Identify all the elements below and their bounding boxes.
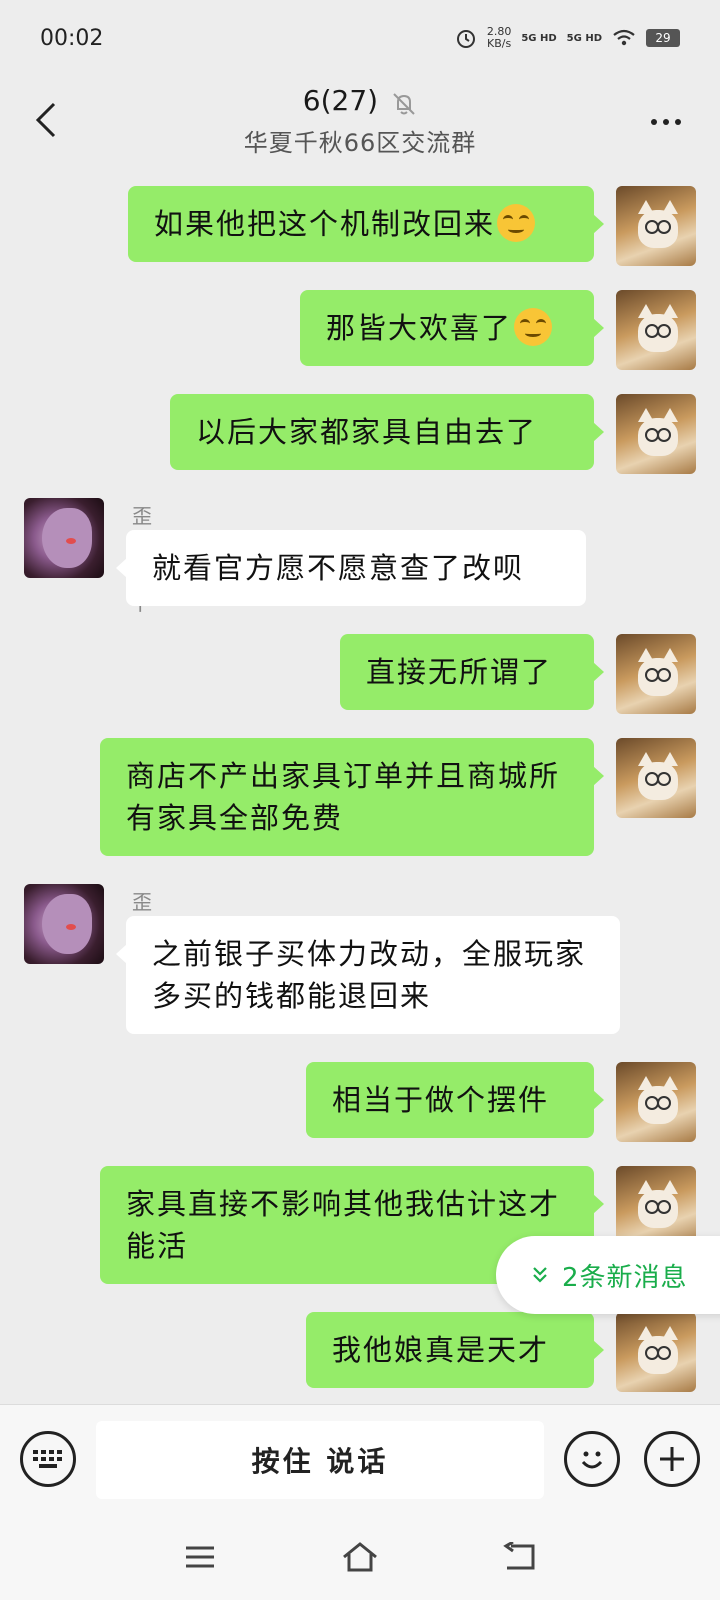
dot-icon bbox=[675, 119, 681, 125]
signal-5g-2: 5G HD bbox=[566, 32, 602, 44]
message-text: 那皆大欢喜了 bbox=[326, 311, 513, 345]
my-avatar[interactable] bbox=[616, 634, 696, 714]
title-block: 6(27) 华夏千秋66区交流群 bbox=[0, 84, 720, 158]
message-text: 如果他把这个机制改回来 bbox=[154, 207, 496, 241]
dot-icon bbox=[651, 119, 657, 125]
dot-icon bbox=[663, 119, 669, 125]
chat-subtitle: 华夏千秋66区交流群 bbox=[243, 128, 477, 157]
outgoing-bubble[interactable]: 我他娘真是天才 bbox=[306, 1312, 604, 1388]
message-text: 之前银子买体力改动，全服玩家多买的钱都能退回来 bbox=[152, 937, 587, 1013]
alarm-icon bbox=[456, 30, 475, 48]
double-chevron-down-icon bbox=[533, 1267, 547, 1283]
message-text: 商店不产出家具订单并且商城所有家具全部免费 bbox=[126, 759, 561, 835]
outgoing-bubble[interactable]: 那皆大欢喜了 bbox=[300, 290, 604, 366]
message-text: 直接无所谓了 bbox=[366, 655, 553, 689]
wifi-icon bbox=[613, 29, 635, 46]
message-text: 我他娘真是天才 bbox=[332, 1333, 550, 1367]
emoji-button[interactable] bbox=[564, 1431, 620, 1487]
incoming-bubble[interactable]: 之前银子买体力改动，全服玩家多买的钱都能退回来 bbox=[116, 916, 620, 1034]
my-avatar[interactable] bbox=[616, 186, 696, 266]
message-text: 以后大家都家具自由去了 bbox=[196, 415, 538, 449]
outgoing-bubble[interactable]: 如果他把这个机制改回来 bbox=[128, 186, 604, 262]
message-text: 就看官方愿不愿意查了改呗 bbox=[152, 551, 525, 585]
status-time: 00:02 bbox=[40, 25, 104, 51]
mute-bell-icon bbox=[391, 91, 417, 121]
new-messages-label: 2条新消息 bbox=[562, 1262, 688, 1293]
plus-icon bbox=[660, 1447, 684, 1471]
sender-avatar[interactable] bbox=[24, 884, 104, 964]
system-nav-bar bbox=[0, 1514, 720, 1600]
speed-unit: KB/s bbox=[486, 37, 512, 50]
sender-avatar[interactable] bbox=[24, 498, 104, 578]
menu-icon bbox=[186, 1546, 214, 1568]
my-avatar[interactable] bbox=[616, 290, 696, 370]
smirk-emoji-icon bbox=[497, 204, 536, 242]
my-avatar[interactable] bbox=[616, 1062, 696, 1142]
return-icon bbox=[503, 1542, 535, 1570]
hold-to-talk-button[interactable]: 按住 说话 bbox=[96, 1421, 544, 1499]
back-nav-button[interactable] bbox=[490, 1532, 550, 1582]
chat-title: 6(27) bbox=[302, 84, 379, 117]
more-functions-button[interactable] bbox=[644, 1431, 700, 1487]
network-speed: 2.80 KB/s bbox=[487, 26, 512, 50]
my-avatar[interactable] bbox=[616, 394, 696, 474]
outgoing-bubble[interactable]: 商店不产出家具订单并且商城所有家具全部免费 bbox=[100, 738, 604, 856]
keyboard-icon bbox=[33, 1450, 62, 1468]
home-nav-button[interactable] bbox=[330, 1532, 390, 1582]
more-options-button[interactable] bbox=[642, 98, 690, 146]
my-avatar[interactable] bbox=[616, 1166, 696, 1246]
chat-header: 6(27) 华夏千秋66区交流群 bbox=[0, 76, 720, 168]
keyboard-toggle-button[interactable] bbox=[20, 1431, 76, 1487]
outgoing-bubble[interactable]: 以后大家都家具自由去了 bbox=[170, 394, 604, 470]
menu-nav-button[interactable] bbox=[170, 1532, 230, 1582]
message-text: 家具直接不影响其他我估计这才能活 bbox=[126, 1187, 561, 1263]
my-avatar[interactable] bbox=[616, 738, 696, 818]
battery-indicator: 29 bbox=[646, 29, 680, 47]
input-bar: 按住 说话 bbox=[0, 1404, 720, 1514]
home-icon bbox=[343, 1542, 377, 1572]
new-messages-button[interactable]: 2条新消息 bbox=[496, 1236, 720, 1314]
signal-5g-1: 5G HD bbox=[521, 32, 557, 44]
status-indicators: 2.80 KB/s 5G HD 5G HD 29 bbox=[455, 26, 680, 50]
smirk-emoji-icon bbox=[514, 308, 553, 346]
incoming-bubble[interactable]: 就看官方愿不愿意查了改呗 bbox=[116, 530, 586, 606]
status-bar: 00:02 2.80 KB/s 5G HD 5G HD 29 bbox=[0, 0, 720, 76]
smile-icon bbox=[581, 1451, 603, 1469]
message-text: 相当于做个摆件 bbox=[332, 1083, 550, 1117]
my-avatar[interactable] bbox=[616, 1312, 696, 1392]
outgoing-bubble[interactable]: 直接无所谓了 bbox=[340, 634, 604, 710]
outgoing-bubble[interactable]: 相当于做个摆件 bbox=[306, 1062, 604, 1138]
